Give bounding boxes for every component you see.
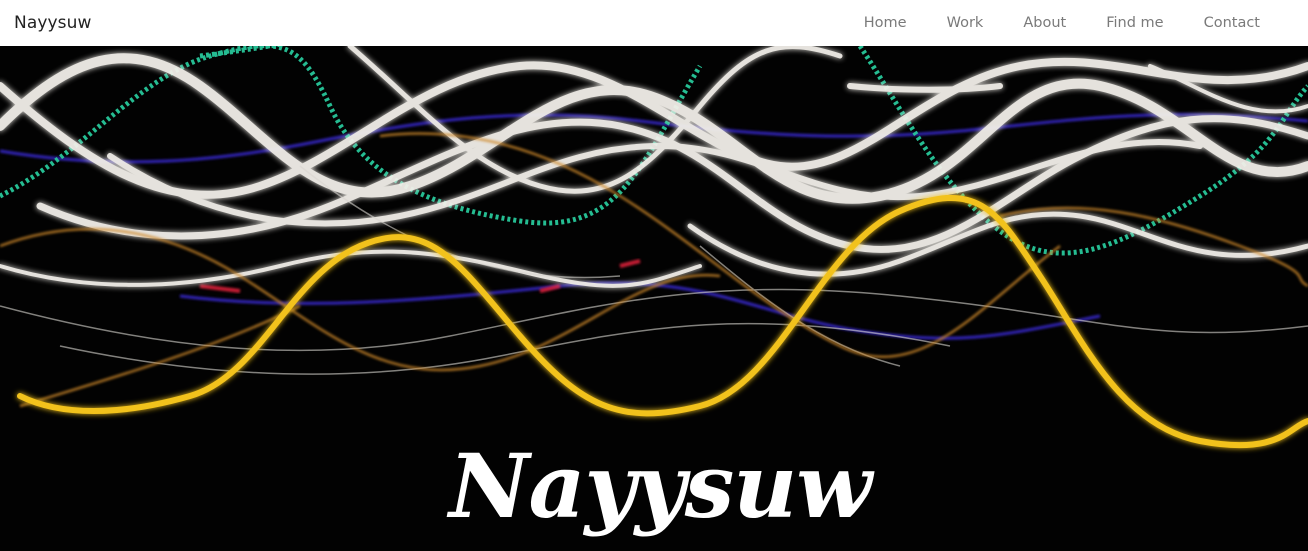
nav-link-contact[interactable]: Contact xyxy=(1204,15,1260,31)
nav-link-home[interactable]: Home xyxy=(864,15,907,31)
top-navbar: Nayysuw Home Work About Find me Contact xyxy=(0,0,1308,46)
nav-link-about[interactable]: About xyxy=(1023,15,1066,31)
brand-logo-link[interactable]: Nayysuw xyxy=(14,13,92,33)
hero-section: Nayysuw xyxy=(0,46,1308,551)
nav-link-work[interactable]: Work xyxy=(947,15,984,31)
nav-links: Home Work About Find me Contact xyxy=(864,15,1260,31)
nav-link-find-me[interactable]: Find me xyxy=(1106,15,1163,31)
hero-title: Nayysuw xyxy=(449,434,872,538)
